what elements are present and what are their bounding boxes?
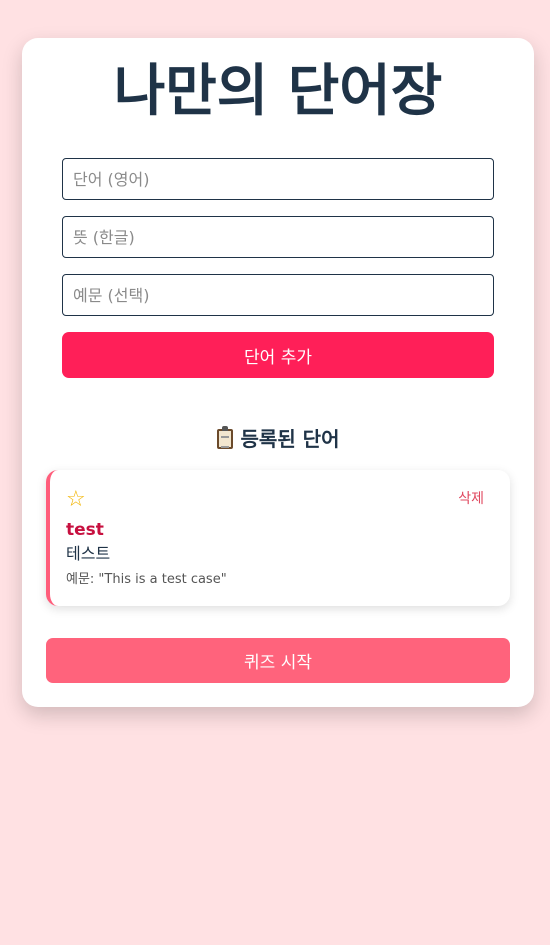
delete-button[interactable]: 삭제 (458, 488, 484, 508)
vocab-card: 나만의 단어장 단어 추가 등록된 단어 ☆ 삭제 test 테스트 예문: "… (22, 38, 534, 707)
meaning-text: 테스트 (66, 544, 111, 563)
add-word-button[interactable]: 단어 추가 (62, 332, 494, 378)
example-input[interactable] (62, 274, 494, 316)
word-list-heading: 등록된 단어 (22, 424, 534, 454)
word-list-heading-text: 등록된 단어 (240, 427, 340, 451)
example-text: 예문: "This is a test case" (66, 572, 227, 587)
start-quiz-button[interactable]: 퀴즈 시작 (46, 638, 510, 683)
word-input[interactable] (62, 158, 494, 200)
word-text: test (66, 520, 104, 540)
page-title: 나만의 단어장 (113, 59, 443, 124)
meaning-input[interactable] (62, 216, 494, 258)
clipboard-icon (216, 426, 233, 449)
star-icon[interactable]: ☆ (66, 488, 86, 512)
list-item: ☆ 삭제 test 테스트 예문: "This is a test case" (46, 470, 510, 606)
